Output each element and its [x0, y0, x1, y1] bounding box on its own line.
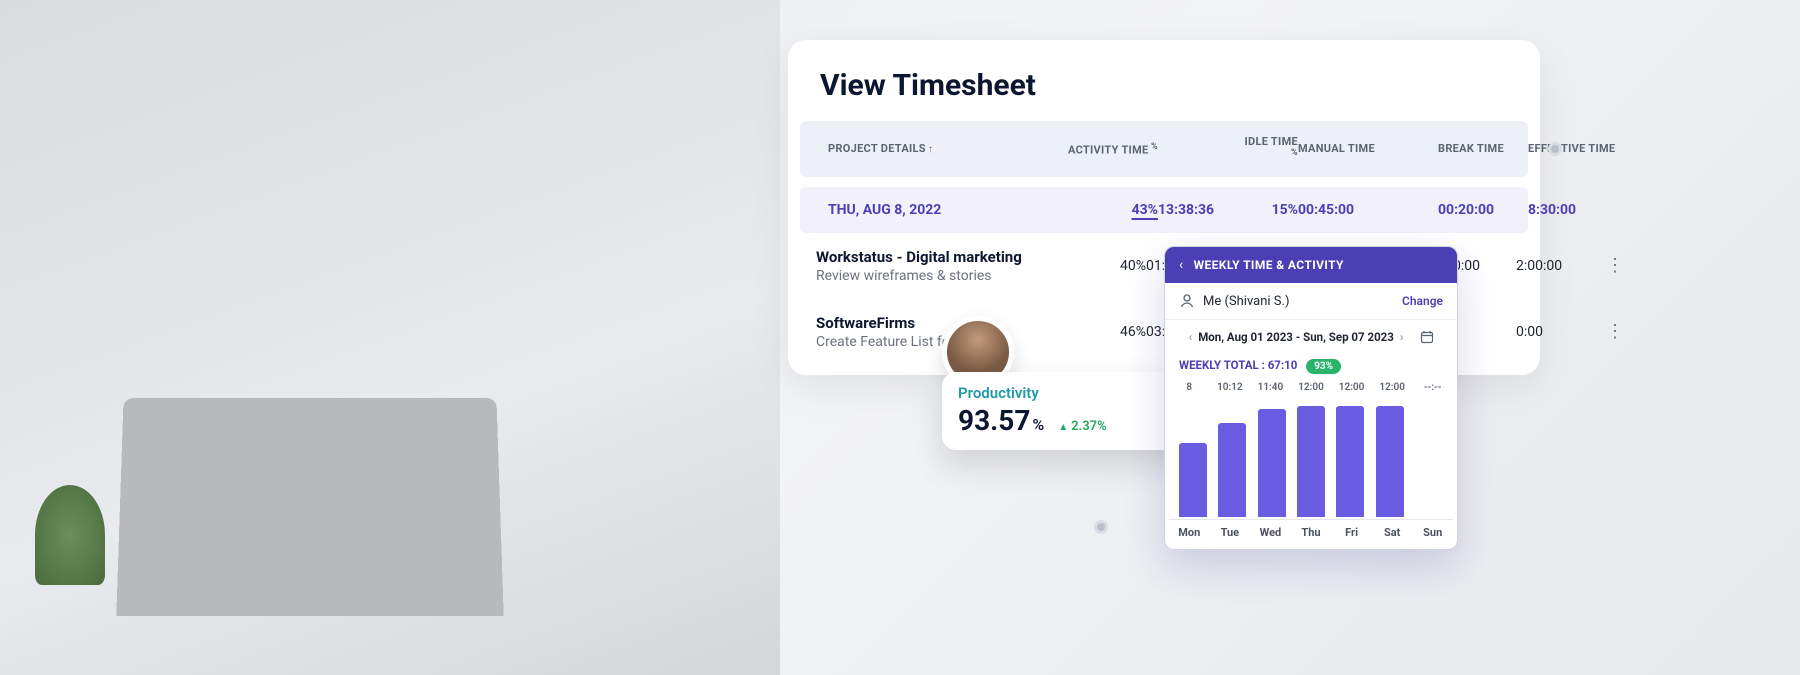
- bar-category-label: Wed: [1250, 526, 1291, 539]
- timesheet-header-row: PROJECT DETAILS↑ ACTIVITY TIME % IDLE TI…: [800, 121, 1528, 177]
- decor-node: [1094, 520, 1108, 534]
- bar-category-label: Tue: [1210, 526, 1251, 539]
- timesheet-title: View Timesheet: [788, 68, 1540, 121]
- row-activity-pct: 40%: [1036, 258, 1146, 274]
- productivity-value: 93.57%: [958, 404, 1044, 437]
- col-effective[interactable]: EFFECTIVE TIME: [1528, 142, 1618, 155]
- date-range-text: Mon, Aug 01 2023 - Sun, Sep 07 2023: [1198, 330, 1394, 344]
- productivity-card: Productivity 93.57% ▲2.37%: [942, 372, 1197, 450]
- row-activity-pct: 46%: [1036, 324, 1146, 340]
- more-icon[interactable]: ⋮: [1606, 321, 1618, 342]
- more-icon[interactable]: ⋮: [1606, 255, 1618, 276]
- plant-decor: [35, 485, 105, 585]
- col-break[interactable]: BREAK TIME: [1438, 142, 1528, 155]
- summary-date: THU, AUG 8, 2022: [828, 202, 1048, 218]
- user-selector[interactable]: Me (Shivani S.) Change: [1165, 283, 1457, 320]
- project-title: Workstatus - Digital marketing: [816, 248, 1036, 266]
- sort-asc-icon: ↑: [928, 144, 933, 155]
- bar-value-label: 12:00: [1291, 382, 1332, 393]
- weekly-total-badge: 93%: [1306, 359, 1341, 374]
- bar-value-label: 11:40: [1250, 382, 1291, 393]
- calendar-icon[interactable]: [1420, 330, 1434, 344]
- trend-up-icon: ▲: [1058, 422, 1068, 433]
- productivity-label: Productivity: [958, 384, 1181, 402]
- prev-range-icon[interactable]: ‹: [1188, 330, 1192, 344]
- user-name: Me (Shivani S.): [1203, 294, 1289, 309]
- change-user-link[interactable]: Change: [1402, 294, 1443, 308]
- bar-value-label: 8: [1169, 382, 1210, 393]
- summary-manual: 00:45:00: [1298, 202, 1398, 218]
- summary-idle-pct: 15%: [1238, 202, 1298, 218]
- weekly-header: ‹ WEEKLY TIME & ACTIVITY: [1165, 247, 1457, 283]
- bar[interactable]: [1376, 406, 1404, 517]
- date-range-picker[interactable]: ‹ Mon, Aug 01 2023 - Sun, Sep 07 2023 ›: [1165, 320, 1457, 354]
- bar-category-label: Sat: [1372, 526, 1413, 539]
- next-range-icon[interactable]: ›: [1400, 330, 1404, 344]
- weekly-total: WEEKLY TOTAL : 67:10 93%: [1165, 354, 1457, 382]
- bar-category-label: Thu: [1291, 526, 1332, 539]
- bar-value-label: 12:00: [1331, 382, 1372, 393]
- weekly-activity-card: ‹ WEEKLY TIME & ACTIVITY Me (Shivani S.)…: [1164, 246, 1458, 550]
- summary-activity-time: 13:38:36: [1158, 202, 1238, 218]
- summary-activity-pct: 43%: [1132, 202, 1158, 218]
- col-project[interactable]: PROJECT DETAILS↑: [828, 142, 1048, 155]
- hero-background-photo: [0, 0, 780, 675]
- weekly-bar-chart: 810:1211:4012:0012:0012:00--:-- MonTueWe…: [1165, 382, 1457, 549]
- decor-node: [1548, 142, 1562, 156]
- bar-value-label: --:--: [1412, 382, 1453, 393]
- bar-category-label: Mon: [1169, 526, 1210, 539]
- row-effective: 2:00:00: [1516, 258, 1606, 274]
- row-effective: 0:00: [1516, 324, 1606, 340]
- summary-break: 00:20:00: [1438, 202, 1528, 218]
- bar[interactable]: [1297, 406, 1325, 517]
- col-activity[interactable]: ACTIVITY TIME %: [1048, 142, 1158, 157]
- laptop-decor: [116, 398, 503, 616]
- person-icon: [1179, 293, 1195, 309]
- col-manual[interactable]: MANUAL TIME: [1298, 142, 1398, 155]
- bar[interactable]: [1336, 406, 1364, 517]
- bar-value-label: 12:00: [1372, 382, 1413, 393]
- back-icon[interactable]: ‹: [1179, 257, 1184, 273]
- productivity-trend: ▲2.37%: [1058, 419, 1106, 434]
- bar[interactable]: [1218, 423, 1246, 517]
- bar-category-label: Fri: [1331, 526, 1372, 539]
- col-idle[interactable]: IDLE TIME %: [1238, 135, 1298, 163]
- project-subtitle: Review wireframes & stories: [816, 268, 1036, 284]
- timesheet-summary-row[interactable]: THU, AUG 8, 2022 43% 13:38:36 15% 00:45:…: [800, 187, 1528, 233]
- bar-value-label: 10:12: [1210, 382, 1251, 393]
- summary-effective: 8:30:00: [1528, 202, 1618, 218]
- bar-category-label: Sun: [1412, 526, 1453, 539]
- weekly-title: WEEKLY TIME & ACTIVITY: [1194, 258, 1344, 272]
- bar[interactable]: [1179, 443, 1207, 517]
- bar[interactable]: [1258, 409, 1286, 517]
